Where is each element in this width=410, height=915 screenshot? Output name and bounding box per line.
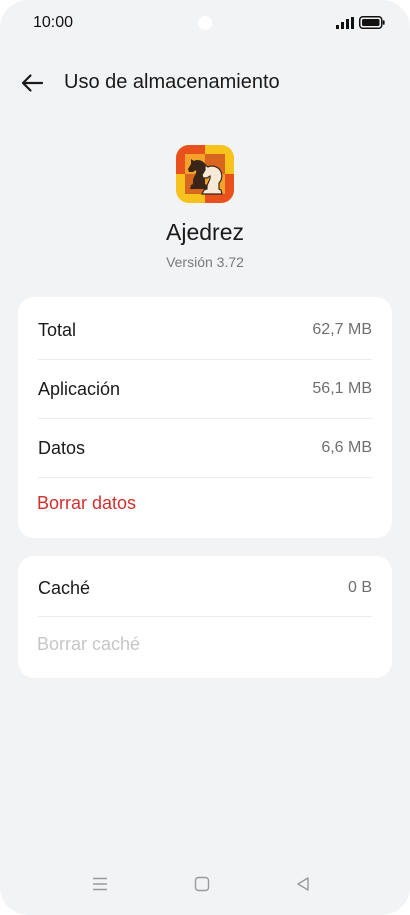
arrow-left-icon bbox=[21, 74, 44, 92]
navigation-bar bbox=[0, 855, 410, 915]
storage-row-total: Total 62,7 MB bbox=[38, 301, 372, 359]
status-bar: 10:00 bbox=[0, 0, 410, 46]
front-camera bbox=[198, 16, 212, 30]
cache-row: Caché 0 B bbox=[38, 559, 372, 617]
storage-row-app: Aplicación 56,1 MB bbox=[38, 360, 372, 418]
app-version: Versión 3.72 bbox=[166, 254, 244, 270]
row-label: Datos bbox=[38, 437, 86, 458]
row-value: 62,7 MB bbox=[312, 321, 372, 338]
page-title: Uso de almacenamiento bbox=[64, 71, 280, 93]
clear-cache-button[interactable]: Borrar caché bbox=[37, 634, 140, 655]
signal-icon bbox=[336, 17, 354, 29]
status-time: 10:00 bbox=[33, 14, 74, 31]
row-value: 0 B bbox=[347, 579, 372, 596]
row-value: 56,1 MB bbox=[312, 380, 372, 397]
row-label: Total bbox=[38, 319, 77, 340]
app-header: Uso de almacenamiento bbox=[0, 62, 410, 104]
app-name: Ajedrez bbox=[166, 219, 244, 245]
chess-knight-icon bbox=[176, 145, 234, 203]
menu-icon[interactable] bbox=[85, 871, 115, 897]
back-button[interactable] bbox=[14, 68, 50, 98]
clear-data-button[interactable]: Borrar datos bbox=[37, 493, 136, 514]
back-triangle-icon[interactable] bbox=[288, 871, 318, 897]
divider bbox=[38, 477, 372, 478]
row-value: 6,6 MB bbox=[321, 439, 372, 456]
divider bbox=[38, 616, 372, 617]
storage-card: Total 62,7 MB Aplicación 56,1 MB Datos 6… bbox=[18, 297, 392, 538]
phone-screen: 10:00 Uso de almacenamiento Ajedrez Vers… bbox=[0, 0, 410, 915]
storage-row-data: Datos 6,6 MB bbox=[38, 419, 372, 477]
row-label: Aplicación bbox=[38, 378, 121, 399]
row-label: Caché bbox=[38, 577, 91, 598]
battery-icon bbox=[359, 16, 385, 29]
home-icon[interactable] bbox=[187, 871, 217, 897]
cache-card: Caché 0 B Borrar caché bbox=[18, 556, 392, 678]
